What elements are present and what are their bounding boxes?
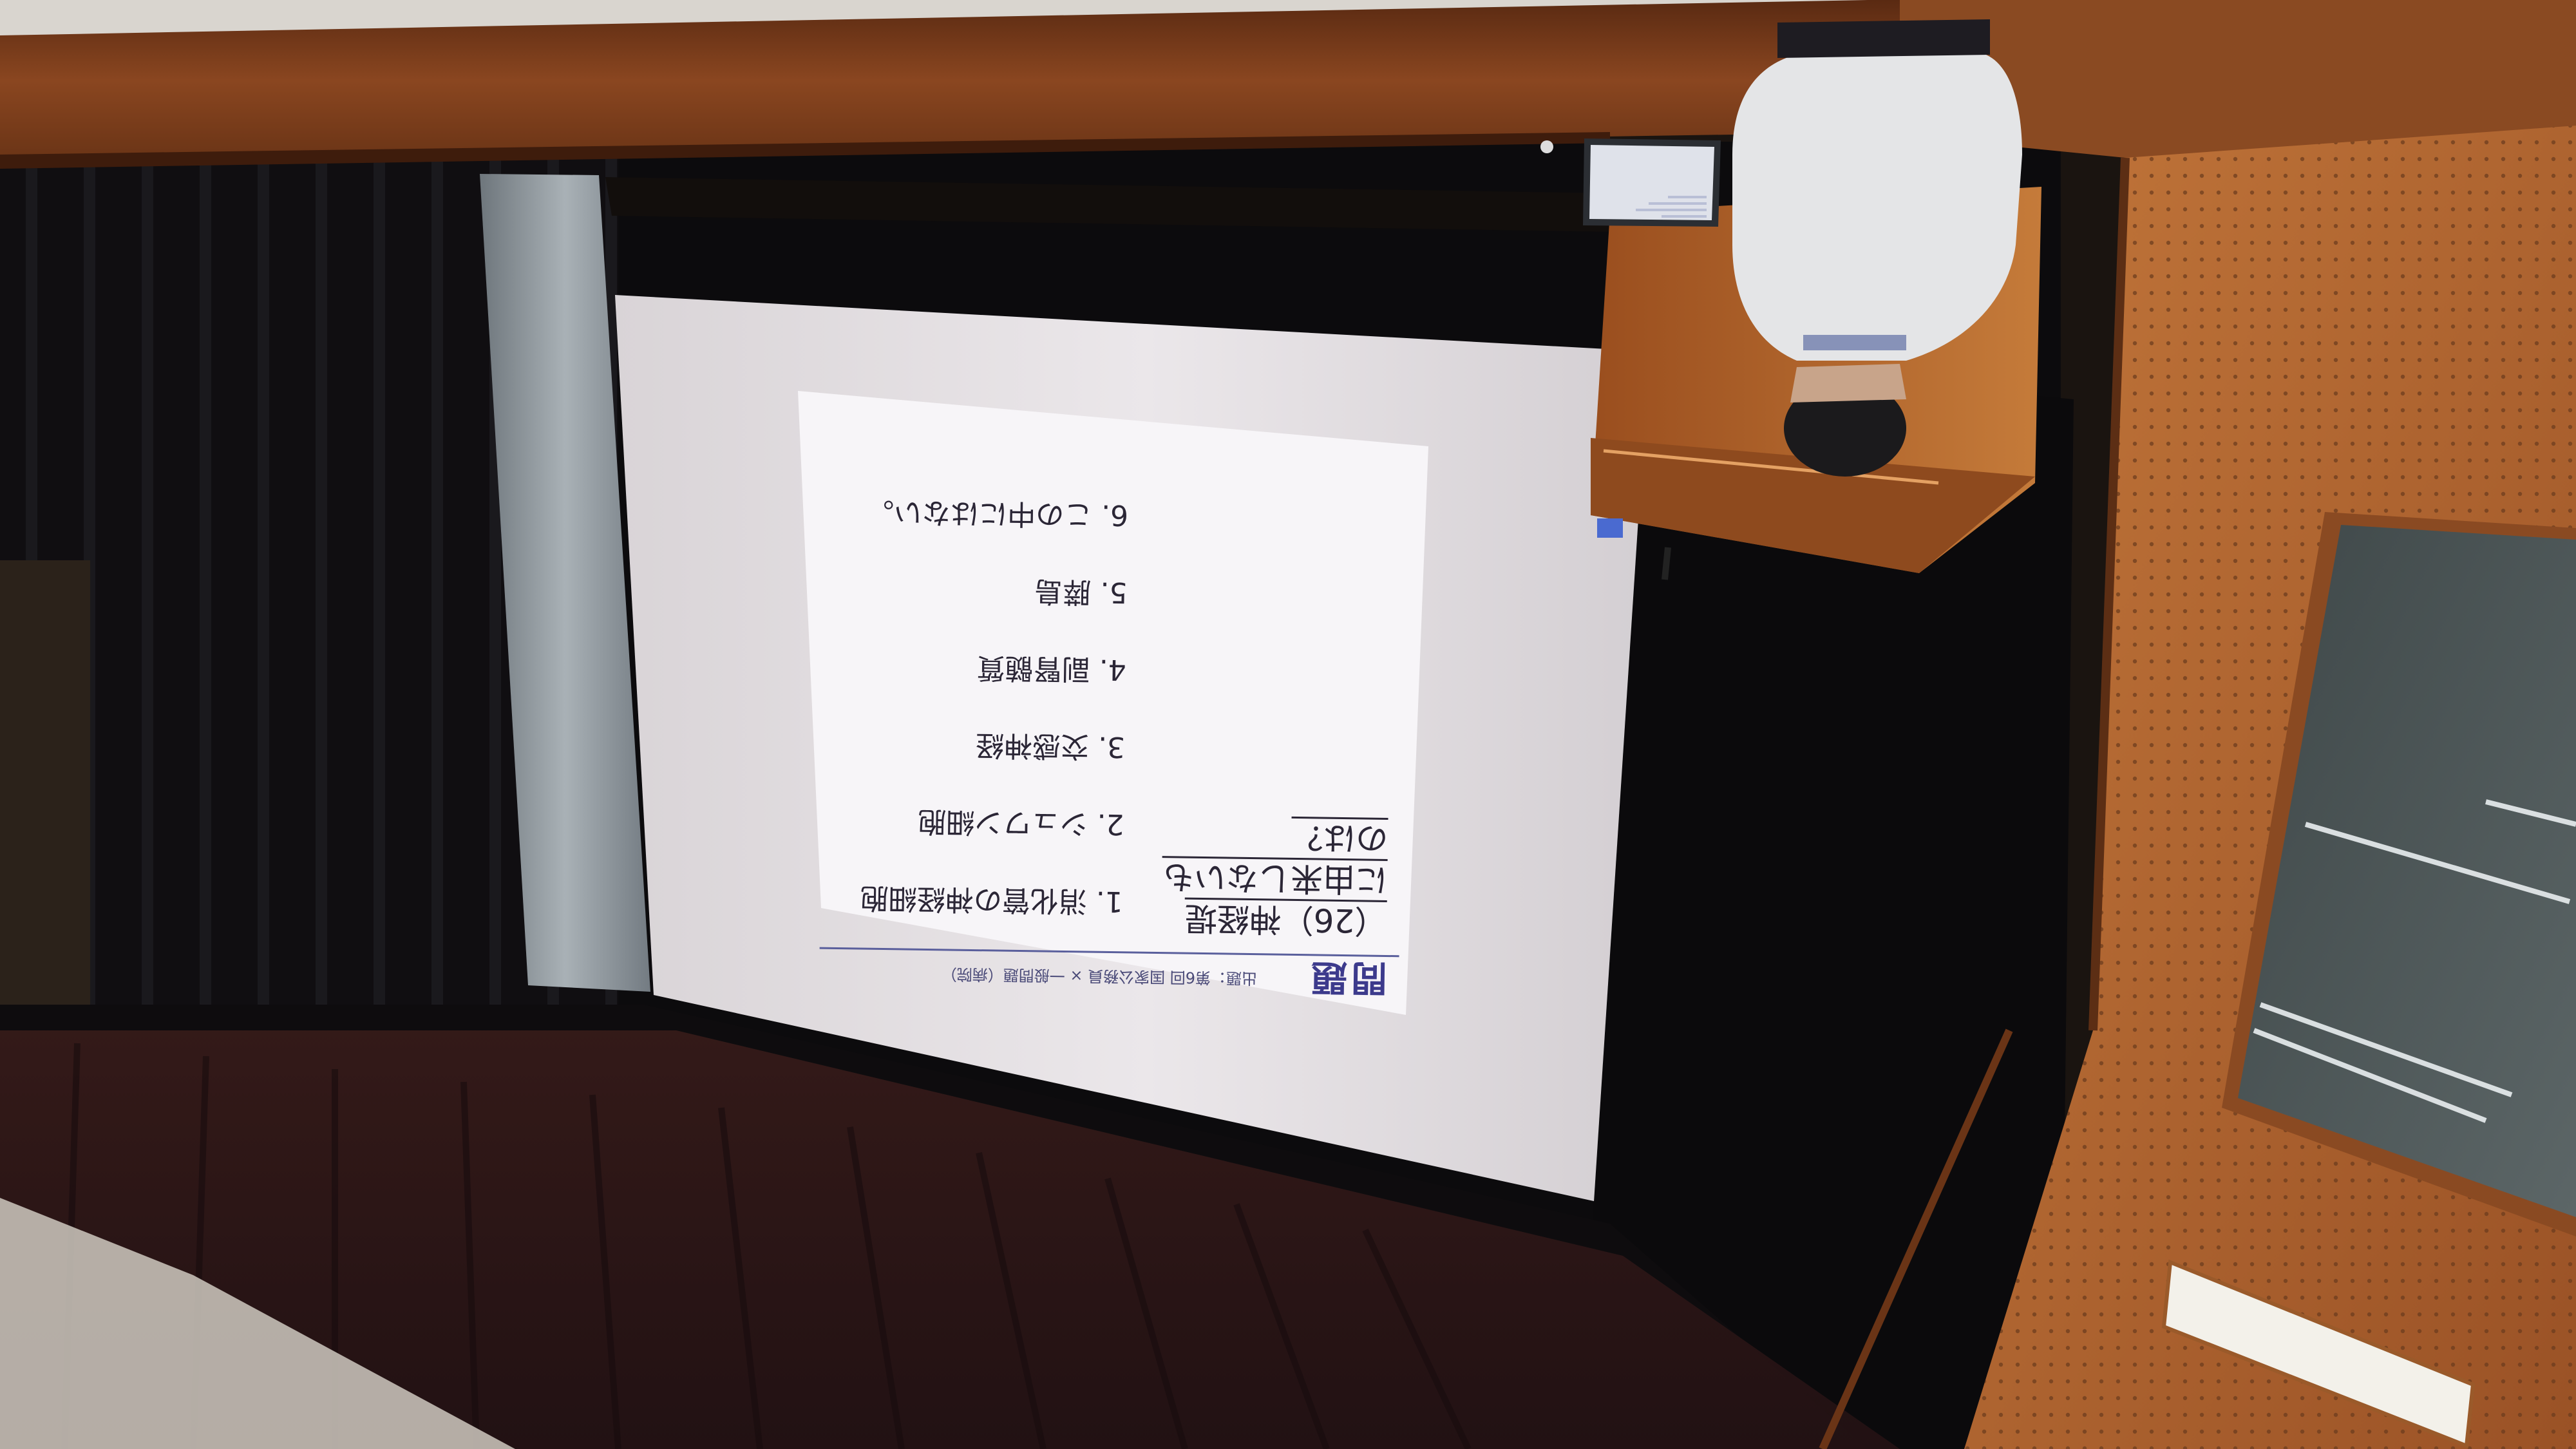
slide-question: （26）神経堤に由来しないものは？ [1155, 815, 1388, 942]
slide-source: 出題：第6回 国家公務員 × 一般問題（病院） [941, 965, 1258, 988]
slide-option: 4. 副腎髄質 [976, 651, 1127, 687]
slide-divider [819, 947, 1399, 958]
microphone [1662, 547, 1671, 580]
podium-sticker [1597, 518, 1623, 538]
slide-option: 3. 交感神経 [975, 728, 1126, 764]
slide-option: 5. 膵島 [1034, 574, 1128, 609]
slide-question-text: （26）神経堤に由来しないものは？ [1161, 816, 1388, 940]
monitor-content [1591, 143, 1712, 222]
projected-slide: 問題 出題：第6回 国家公務員 × 一般問題（病院） （26）神経堤に由来しない… [793, 386, 1432, 1019]
ceiling-camera [1540, 140, 1553, 153]
slide-option: 1. 消化管の神経細胞 [860, 881, 1124, 918]
presenter-neck [1790, 364, 1906, 402]
slide-option: 6. この中にはない。 [865, 495, 1129, 532]
left-doorway [0, 560, 90, 1050]
presenter-shirt [1732, 52, 2022, 361]
presenter-collar [1803, 335, 1906, 350]
slide-option: 2. シュワン細胞 [918, 804, 1124, 841]
presenter-trousers [1777, 19, 1990, 58]
lecture-hall-scene: 問題 出題：第6回 国家公務員 × 一般問題（病院） （26）神経堤に由来しない… [0, 0, 2576, 1449]
slide-title: 問題 [1307, 956, 1388, 999]
